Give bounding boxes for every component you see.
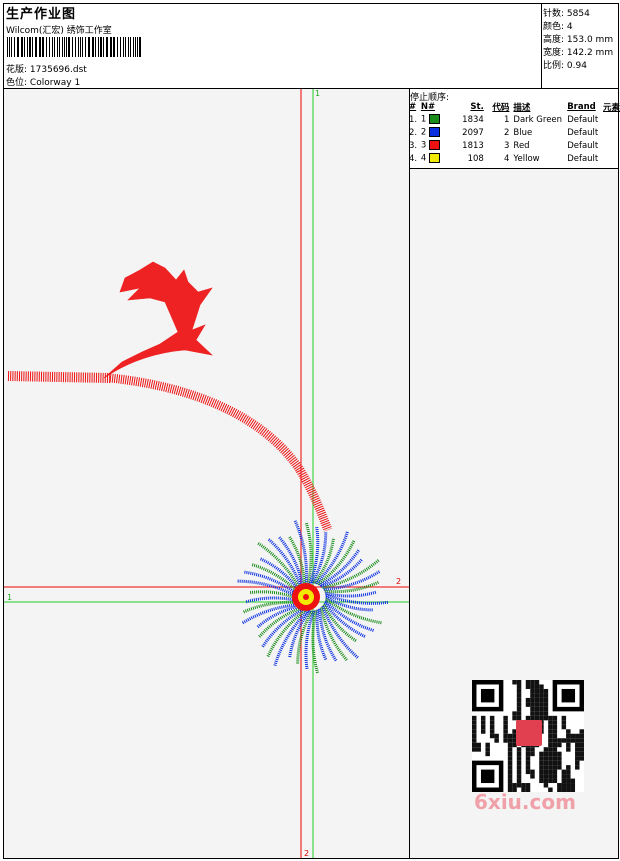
stats-divider [541,3,542,88]
row-num: 4. [409,153,418,164]
col-hash: # [409,102,417,112]
row-brand: Default [567,127,599,138]
row-n: 3 [420,140,427,151]
thread-row: 3. 3 1813 3 Red Default [409,139,620,152]
color-swatch [428,114,440,125]
thread-table: # N# St. 代码 描述 Brand 元素 1. 1 1834 1 Dark Gr… [409,101,620,165]
stat-scale: 比例: 0.94 [543,61,587,71]
color-swatch [428,153,440,164]
red-leaf [103,261,213,379]
row-st: 2097 [462,127,484,138]
row-desc: Dark Green [513,114,563,125]
row-n: 4 [420,153,427,164]
thread-row: 1. 1 1834 1 Dark Green Default [409,113,620,126]
row-code: 1 [504,114,510,125]
row-brand: Default [567,114,599,125]
flower-center-dot [303,594,309,600]
barcode [7,37,141,57]
red-stem [7,371,333,532]
row-n: 1 [420,114,427,125]
thread-row: 2. 2 2097 2 Blue Default [409,126,620,139]
page-title: 生产作业图 [6,7,77,22]
petal [266,608,308,658]
stat-stitches: 针数: 5854 [543,9,590,19]
col-desc: 描述 [513,103,531,113]
row-brand: Default [567,140,599,151]
col-st: St. [470,102,484,112]
stat-colors: 颜色: 4 [543,22,573,32]
axis-label-left: 1 [7,593,12,602]
row-st: 108 [467,153,484,164]
axis-label-bottom: 2 [304,849,309,858]
row-num: 3. [409,140,418,151]
row-code: 2 [504,127,510,138]
row-desc: Yellow [513,153,540,164]
color-swatch [428,140,440,151]
row-n: 2 [420,127,427,138]
axis-label-right: 2 [396,577,401,586]
row-brand: Default [567,153,599,164]
company-name: Wilcom(汇宏) 绣饰工作室 [6,26,112,36]
row-code: 4 [504,153,510,164]
axis-label-top: 1 [315,89,320,98]
watermark: 6xiu.com [474,790,576,814]
row-num: 2. [409,127,418,138]
col-n: N# [420,102,436,112]
design-line: 花版: 1735696.dst [6,62,87,75]
stat-height: 高度: 153.0 mm [543,35,614,45]
row-num: 1. [409,114,418,125]
qr-code [472,680,584,792]
design-file: 1735696.dst [29,65,87,75]
design-label: 花版: [6,65,28,75]
col-element: 元素 [602,103,620,113]
row-code: 3 [504,140,510,151]
thread-table-header: # N# St. 代码 描述 Brand 元素 [409,101,620,113]
color-swatch [428,127,440,138]
thread-row: 4. 4 108 4 Yellow Default [409,152,620,165]
embroidery-design: 1 2 1 2 [4,89,409,858]
row-st: 1834 [462,114,484,125]
row-desc: Blue [513,127,533,138]
col-brand: Brand [567,102,596,112]
col-code: 代码 [492,103,510,113]
petal [304,522,313,584]
colorway-label: 色位: [6,78,28,88]
stat-width: 宽度: 142.2 mm [543,48,614,58]
colorway-value: Colorway 1 [29,78,81,88]
row-desc: Red [513,140,530,151]
row-st: 1813 [462,140,484,151]
colorway-line: 色位: Colorway 1 [6,75,80,88]
